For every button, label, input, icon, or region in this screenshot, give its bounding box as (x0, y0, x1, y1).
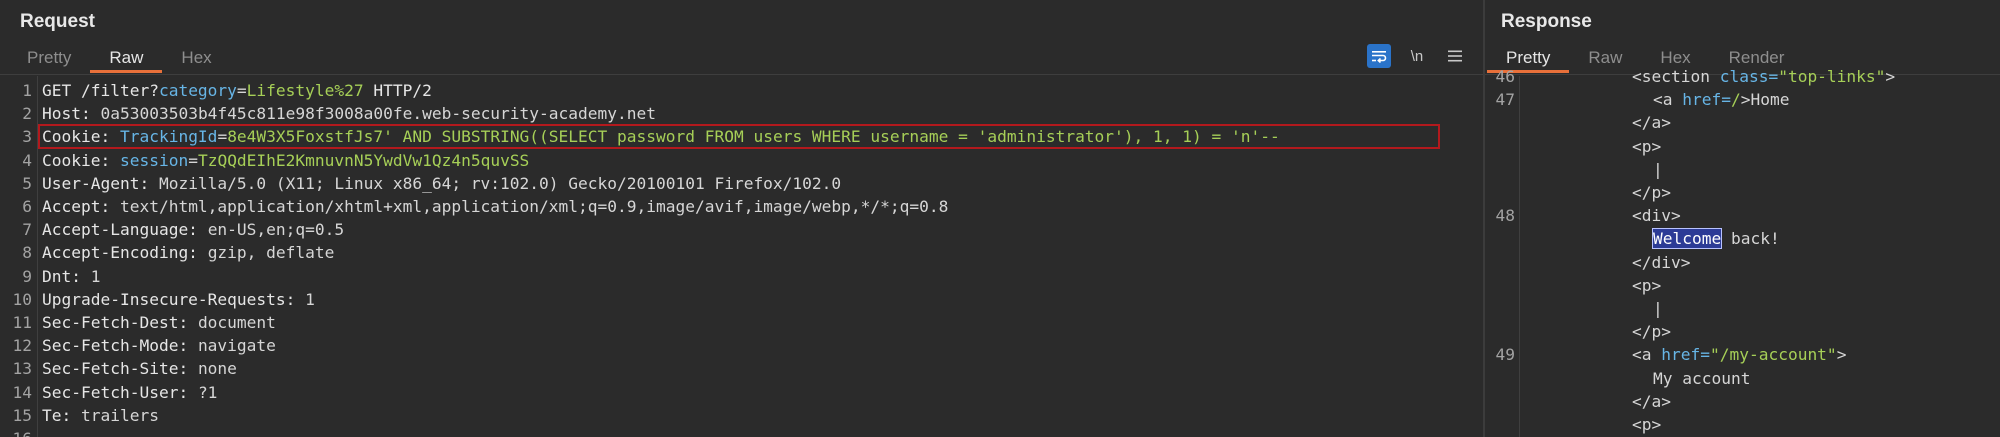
request-line-3: 3 Cookie: TrackingId=8e4W3X5FoxstfJs7' AN… (22, 127, 1280, 147)
request-line-16: 16 (0, 427, 33, 437)
request-tabs: Pretty Raw Hex (8, 44, 231, 74)
tab-pretty[interactable]: Pretty (8, 44, 90, 74)
tab-hex[interactable]: Hex (162, 44, 230, 74)
hamburger-menu-icon (1448, 50, 1462, 62)
tab-raw[interactable]: Raw (1569, 44, 1641, 74)
request-line-15: 15 Te: trailers (12, 405, 159, 425)
request-line-8: 8 Accept-Encoding: gzip, deflate (22, 243, 335, 263)
request-line-1: 1 GET /filter?category=Lifestyle%27 HTTP/… (22, 81, 432, 100)
menu-button[interactable] (1443, 44, 1467, 68)
request-toolbar: \n (1367, 44, 1467, 68)
response-title: Response (1501, 11, 1592, 32)
request-line-12: 12 Sec-Fetch-Mode: navigate (12, 336, 276, 356)
request-line-7: 7 Accept-Language: en-US,en;q=0.5 (22, 220, 345, 240)
request-tabs-rule (0, 74, 1483, 75)
request-line-4: 4 Cookie: session=TzQQdEIhE2KmnuvnN5YwdVw… (22, 150, 530, 170)
request-title: Request (20, 11, 95, 32)
search-match-welcome: Welcome (1651, 228, 1723, 250)
request-line-11: 11 Sec-Fetch-Dest: document (12, 313, 276, 332)
request-line-2: 2 Host: 0a53003503b4f45c811e98f3008a00fe.… (22, 104, 656, 124)
request-line-14: 14 Sec-Fetch-User: ?1 (12, 382, 218, 402)
wrap-lines-button[interactable] (1367, 44, 1391, 68)
request-line-10: 10 Upgrade-Insecure-Requests: 1 (12, 289, 315, 309)
response-pane: Response Pretty Raw Hex Render 46 <sectio… (1485, 0, 2000, 437)
request-editor[interactable]: 1 GET /filter?category=Lifestyle%27 HTTP/… (0, 76, 1483, 437)
tab-raw[interactable]: Raw (90, 44, 163, 74)
request-line-6: 6 Accept: text/html,application/xhtml+xml… (22, 197, 949, 216)
response-gutter-line (1519, 76, 1520, 437)
request-pane: Request Pretty Raw Hex \n 1 GET /filter?c… (0, 0, 1483, 437)
wrap-lines-icon (1372, 51, 1387, 63)
request-line-5: 5 User-Agent: Mozilla/5.0 (X11; Linux x86… (22, 173, 842, 193)
show-newlines-button[interactable]: \n (1405, 44, 1429, 68)
response-editor[interactable]: 46 <section class="top-links"> 47 <a href=… (1485, 67, 2000, 437)
request-line-13: 13 Sec-Fetch-Site: none (12, 359, 237, 379)
request-line-9: 9 Dnt: 1 (22, 266, 101, 286)
